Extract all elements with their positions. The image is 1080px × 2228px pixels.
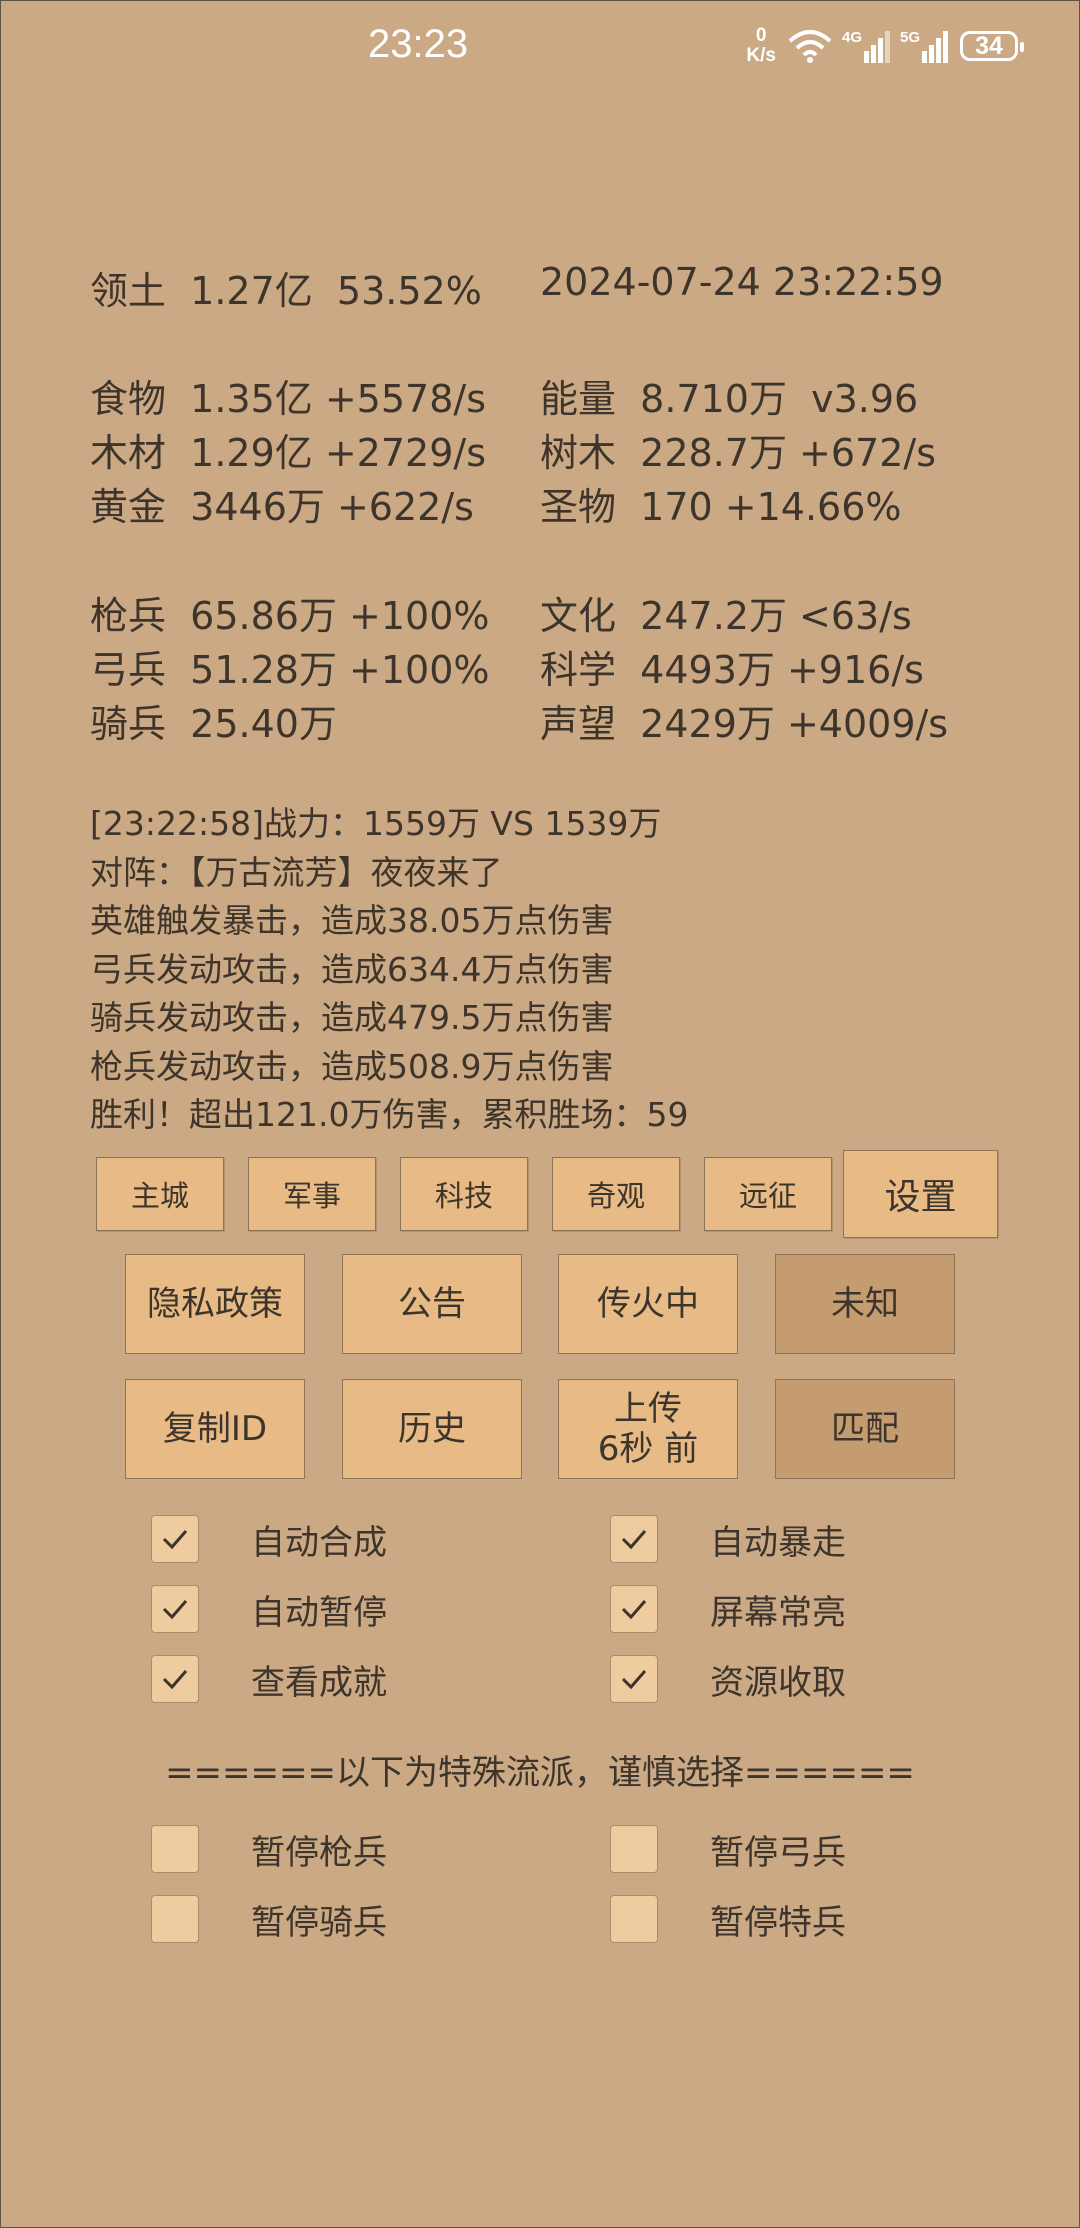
net-speed-unit: K/s — [746, 45, 776, 66]
territory-stat: 领土 1.27亿 53.52% — [90, 269, 482, 313]
pause-archer-label: 暂停弓兵 — [710, 1832, 846, 1873]
signal-4g-icon: 4G — [842, 29, 890, 63]
auto-merge-option[interactable]: 自动合成 — [151, 1515, 387, 1563]
announcement-button[interactable]: 公告 — [342, 1254, 522, 1354]
battle-log-line: 骑兵发动攻击，造成479.5万点伤害 — [90, 998, 614, 1037]
screen-on-checkbox[interactable] — [610, 1585, 658, 1633]
status-icons: 0 K/s 4G 5G 34 — [746, 26, 1024, 66]
auto-merge-checkbox[interactable] — [151, 1515, 199, 1563]
status-time: 23:23 — [368, 22, 469, 66]
pause-spear-label: 暂停枪兵 — [251, 1832, 387, 1873]
energy-stat: 能量 8.710万 v3.96 — [540, 377, 919, 421]
pause-special-checkbox[interactable] — [610, 1895, 658, 1943]
unknown-button[interactable]: 未知 — [775, 1254, 955, 1354]
settings-button[interactable]: 设置 — [843, 1150, 998, 1238]
collect-resources-checkbox[interactable] — [610, 1655, 658, 1703]
datetime-stat: 2024-07-24 23:22:59 — [540, 260, 944, 304]
gold-stat: 黄金 3446万 +622/s — [90, 485, 474, 529]
pause-special-label: 暂停特兵 — [710, 1902, 846, 1943]
privacy-policy-button[interactable]: 隐私政策 — [125, 1254, 305, 1354]
wifi-icon — [788, 30, 832, 63]
battery-icon: 34 — [960, 31, 1024, 61]
pause-spear-option[interactable]: 暂停枪兵 — [151, 1825, 387, 1873]
view-achievements-checkbox[interactable] — [151, 1655, 199, 1703]
signal-4g-label: 4G — [842, 29, 863, 46]
special-strategy-divider: ======以下为特殊流派，谨慎选择====== — [165, 1753, 915, 1793]
wood-stat: 木材 1.29亿 +2729/s — [90, 431, 486, 475]
net-speed: 0 K/s — [746, 26, 776, 66]
copy-id-button[interactable]: 复制ID — [125, 1379, 305, 1479]
spearmen-stat: 枪兵 65.86万 +100% — [90, 594, 490, 638]
screen-on-label: 屏幕常亮 — [710, 1592, 846, 1633]
tab-military[interactable]: 军事 — [248, 1157, 376, 1231]
battle-log-line: 对阵：【万古流芳】夜夜来了 — [90, 852, 503, 892]
history-button[interactable]: 历史 — [342, 1379, 522, 1479]
check-icon — [621, 1670, 647, 1690]
auto-pause-option[interactable]: 自动暂停 — [151, 1585, 387, 1633]
net-speed-value: 0 — [755, 25, 767, 46]
battle-log-line: [23:22:58]战力：1559万 VS 1539万 — [90, 804, 662, 843]
check-icon — [162, 1670, 188, 1690]
tab-wonders[interactable]: 奇观 — [552, 1157, 680, 1231]
auto-rampage-option[interactable]: 自动暴走 — [610, 1515, 846, 1563]
auto-merge-label: 自动合成 — [251, 1522, 387, 1563]
auto-pause-checkbox[interactable] — [151, 1585, 199, 1633]
tab-tech[interactable]: 科技 — [400, 1157, 528, 1231]
battle-log-line: 英雄触发暴击，造成38.05万点伤害 — [90, 901, 614, 940]
signal-5g-icon: 5G — [900, 29, 948, 63]
cavalry-stat: 骑兵 25.40万 — [90, 702, 337, 746]
view-achievements-label: 查看成就 — [251, 1662, 387, 1703]
food-stat: 食物 1.35亿 +5578/s — [90, 377, 486, 421]
battle-log-line: 胜利！超出121.0万伤害，累积胜场：59 — [90, 1095, 689, 1134]
collect-resources-option[interactable]: 资源收取 — [610, 1655, 846, 1703]
pause-special-option[interactable]: 暂停特兵 — [610, 1895, 846, 1943]
archers-stat: 弓兵 51.28万 +100% — [90, 648, 490, 692]
battery-level: 34 — [975, 31, 1003, 60]
match-button[interactable]: 匹配 — [775, 1379, 955, 1479]
relics-stat: 圣物 170 +14.66% — [540, 485, 902, 529]
upload-time: 6秒 前 — [597, 1429, 699, 1469]
signal-5g-label: 5G — [900, 29, 921, 46]
prestige-stat: 声望 2429万 +4009/s — [540, 702, 949, 746]
upload-button[interactable]: 上传 6秒 前 — [558, 1379, 738, 1479]
torch-button[interactable]: 传火中 — [558, 1254, 738, 1354]
trees-stat: 树木 228.7万 +672/s — [540, 431, 936, 475]
pause-cavalry-option[interactable]: 暂停骑兵 — [151, 1895, 387, 1943]
tab-main-city[interactable]: 主城 — [96, 1157, 224, 1231]
check-icon — [162, 1600, 188, 1620]
view-achievements-option[interactable]: 查看成就 — [151, 1655, 387, 1703]
upload-label: 上传 — [614, 1389, 682, 1429]
pause-spear-checkbox[interactable] — [151, 1825, 199, 1873]
auto-rampage-label: 自动暴走 — [710, 1522, 846, 1563]
collect-resources-label: 资源收取 — [710, 1662, 846, 1703]
auto-rampage-checkbox[interactable] — [610, 1515, 658, 1563]
tab-expedition[interactable]: 远征 — [704, 1157, 832, 1231]
pause-cavalry-label: 暂停骑兵 — [251, 1902, 387, 1943]
science-stat: 科学 4493万 +916/s — [540, 648, 924, 692]
battle-log: [23:22:58]战力：1559万 VS 1539万 对阵：【万古流芳】夜夜来… — [90, 800, 688, 1140]
battle-log-line: 弓兵发动攻击，造成634.4万点伤害 — [90, 949, 614, 989]
culture-stat: 文化 247.2万 <63/s — [540, 594, 912, 638]
battle-log-line: 枪兵发动攻击，造成508.9万点伤害 — [90, 1046, 614, 1086]
pause-archer-option[interactable]: 暂停弓兵 — [610, 1825, 846, 1873]
screen-on-option[interactable]: 屏幕常亮 — [610, 1585, 846, 1633]
check-icon — [621, 1600, 647, 1620]
auto-pause-label: 自动暂停 — [251, 1592, 387, 1633]
pause-cavalry-checkbox[interactable] — [151, 1895, 199, 1943]
check-icon — [621, 1530, 647, 1550]
pause-archer-checkbox[interactable] — [610, 1825, 658, 1873]
check-icon — [162, 1530, 188, 1550]
